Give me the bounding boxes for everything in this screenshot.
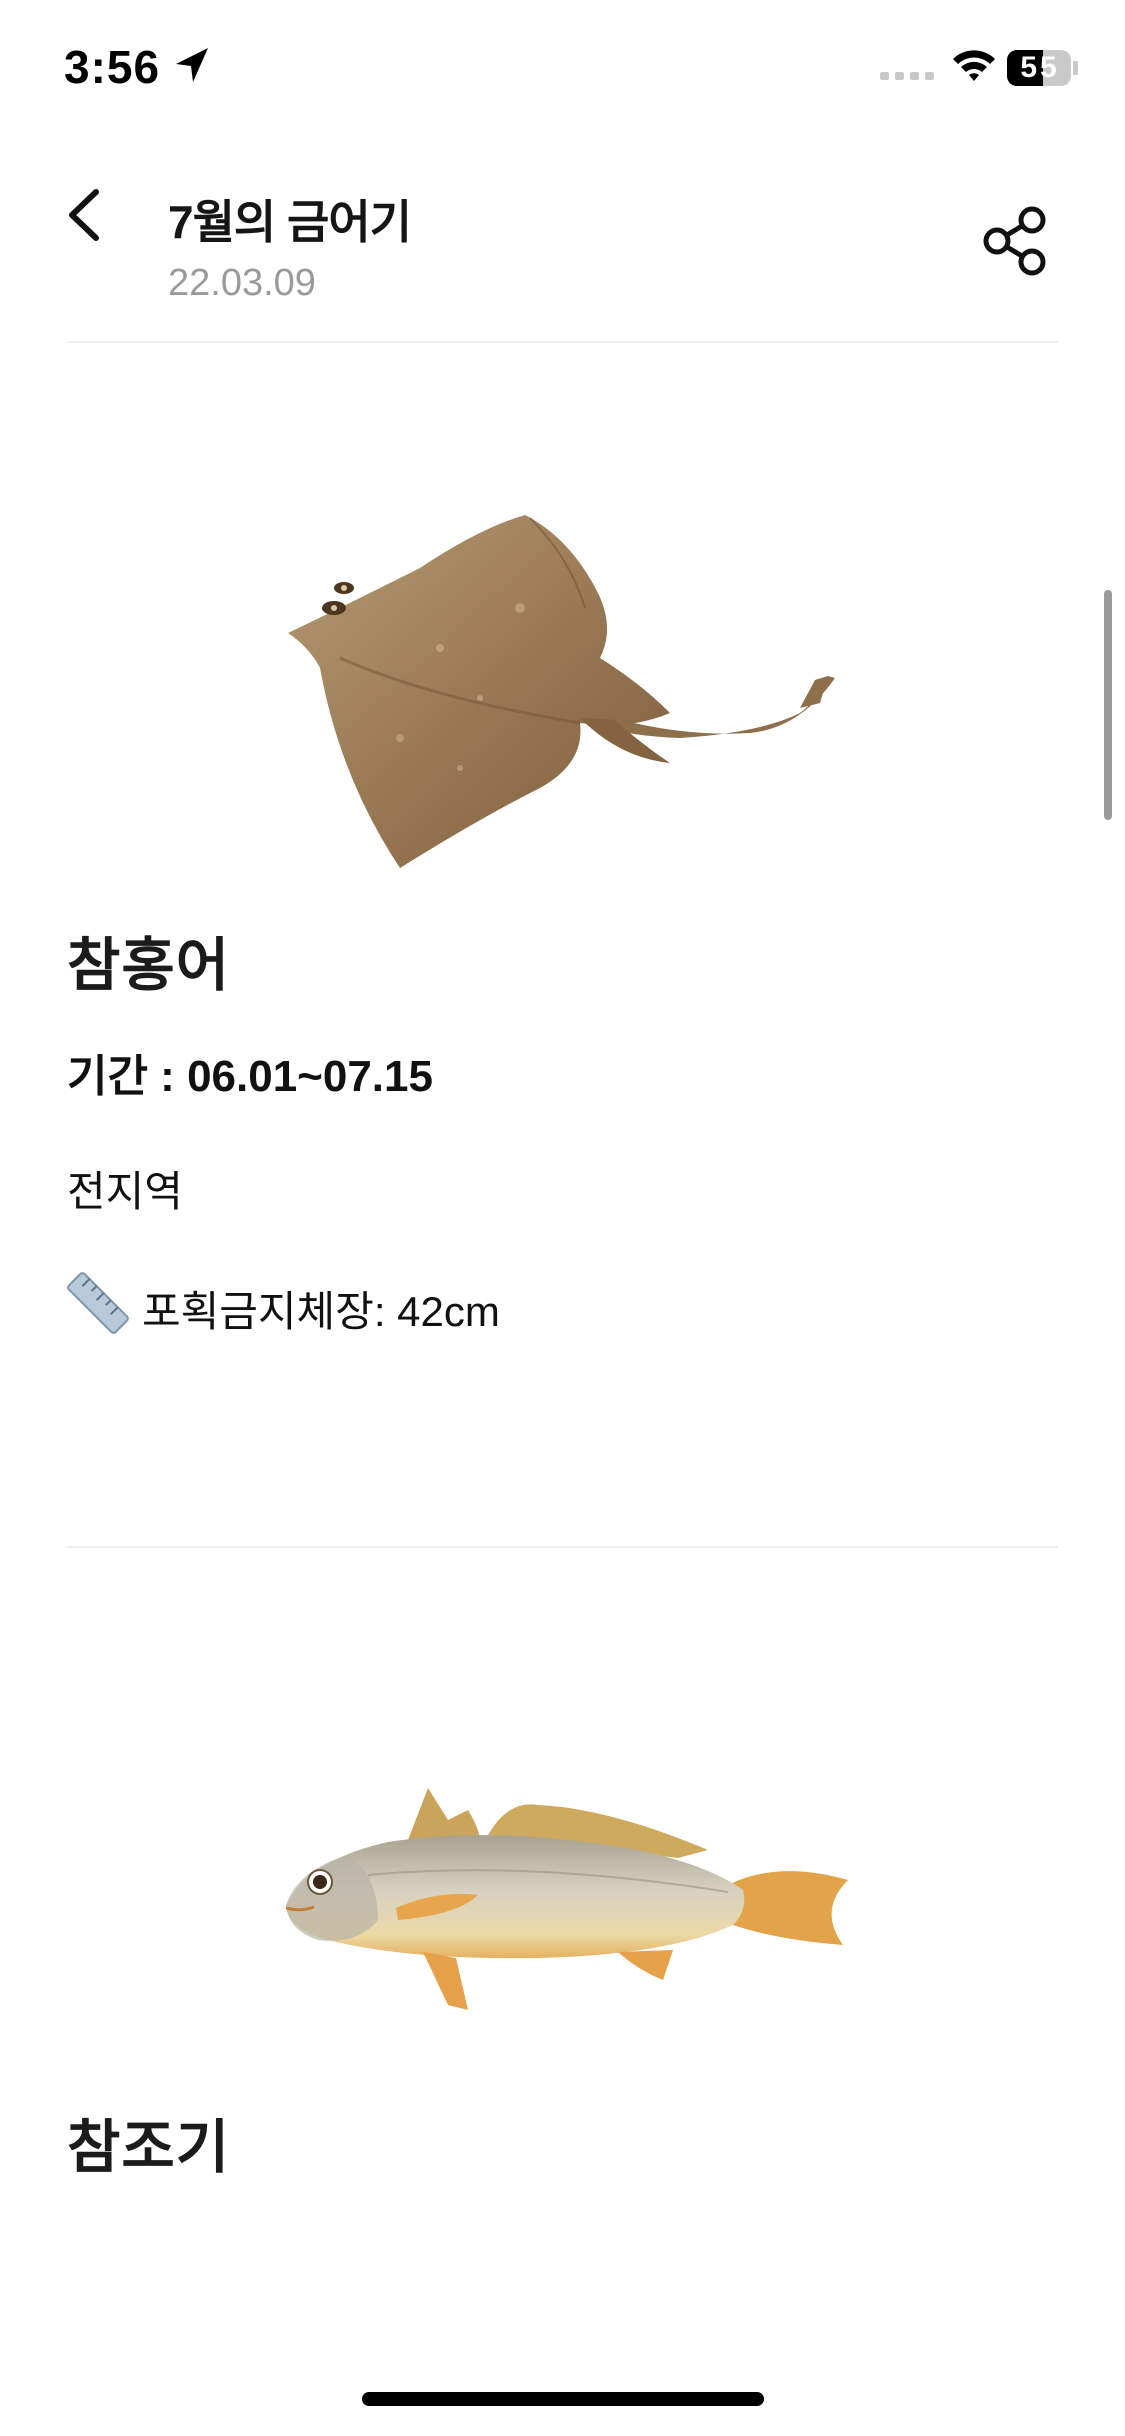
ruler-icon <box>67 1272 129 1334</box>
status-time: 3:56 <box>64 41 161 93</box>
location-arrow-icon <box>176 48 208 82</box>
section-divider <box>67 1546 1058 1548</box>
wifi-icon <box>953 50 995 81</box>
cellular-signal-icon <box>880 72 934 80</box>
back-button[interactable] <box>56 180 116 250</box>
home-indicator[interactable] <box>362 2392 764 2406</box>
battery-level: 55 <box>1020 51 1060 84</box>
region-text: 전지역 <box>67 1168 183 1215</box>
skate-ray-image <box>288 515 835 868</box>
scrollbar[interactable] <box>1104 590 1112 820</box>
period-label: 기간 : <box>67 1052 188 1101</box>
period-value: 06.01~07.15 <box>187 1052 433 1101</box>
page-title: 7월의 금어기 <box>168 196 412 248</box>
header-divider <box>67 341 1058 343</box>
battery-icon: 55 <box>1006 48 1080 88</box>
post-date: 22.03.09 <box>168 262 316 304</box>
fishing-ban-period: 기간 : 06.01~07.15 <box>67 1040 433 1104</box>
minimum-size-text: 포획금지체장: 42cm <box>142 1288 500 1335</box>
fish-name: 참홍어 <box>67 933 231 998</box>
fish-name: 참조기 <box>67 2115 231 2180</box>
yellow-croaker-image <box>285 1788 848 2010</box>
share-button[interactable] <box>980 204 1050 278</box>
